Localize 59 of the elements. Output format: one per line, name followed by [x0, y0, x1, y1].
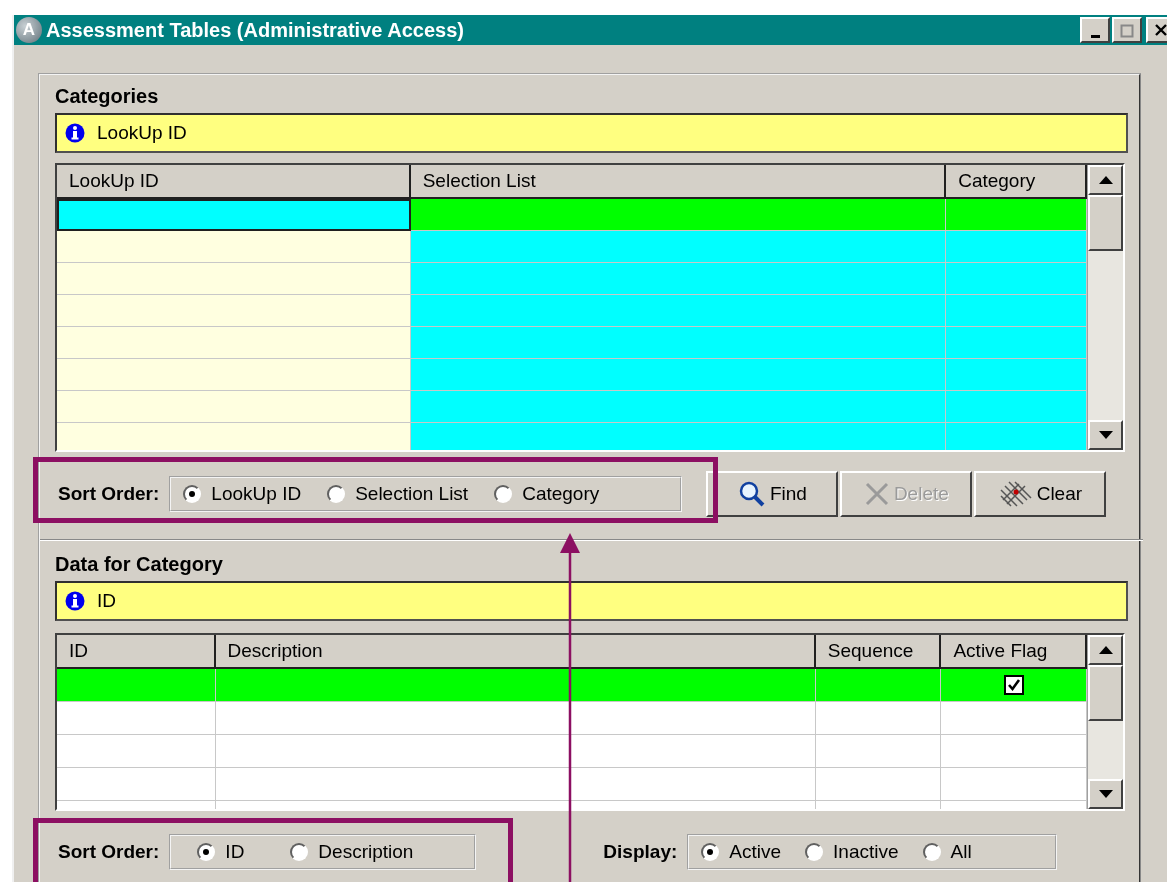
radio-option[interactable]: All: [922, 841, 972, 863]
radio-option[interactable]: Selection List: [327, 483, 469, 505]
maximize-icon: [1120, 24, 1134, 38]
column-header[interactable]: Sequence: [815, 635, 942, 669]
checkbox[interactable]: [1003, 675, 1024, 695]
window-title: Assessment Tables (Administrative Access): [46, 18, 464, 42]
radio-button[interactable]: [701, 843, 720, 861]
radio-option[interactable]: Description: [290, 841, 414, 863]
down-arrow-icon: [1098, 431, 1113, 439]
close-button[interactable]: [1146, 17, 1167, 43]
radio-button[interactable]: [327, 485, 346, 503]
scroll-down-button[interactable]: [1088, 779, 1123, 809]
search-icon: [737, 480, 766, 508]
column-header[interactable]: LookUp ID: [57, 165, 411, 199]
info-icon: [65, 123, 85, 143]
find-button[interactable]: Find: [706, 471, 839, 517]
column-header[interactable]: Category: [946, 165, 1088, 199]
section-title: Data for Category: [55, 552, 224, 577]
display-label: Display:: [603, 841, 678, 863]
radio-option[interactable]: Inactive: [805, 841, 899, 863]
app-icon: A: [16, 17, 42, 43]
down-arrow-icon: [1098, 790, 1113, 798]
scroll-up-button[interactable]: [1088, 165, 1123, 195]
table-row[interactable]: [57, 199, 1088, 231]
close-icon: [1154, 23, 1167, 37]
scroll-thumb[interactable]: [1088, 665, 1123, 721]
scroll-up-button[interactable]: [1088, 635, 1123, 665]
clear-button[interactable]: Clear: [974, 471, 1107, 517]
scrollbar[interactable]: [1087, 165, 1123, 450]
radio-option[interactable]: ID: [197, 841, 245, 863]
info-text: LookUp ID: [97, 122, 187, 144]
scroll-down-button[interactable]: [1088, 420, 1123, 450]
column-header[interactable]: Selection List: [410, 165, 947, 199]
section-title: Categories: [55, 84, 160, 109]
radio-option[interactable]: Category: [494, 483, 600, 505]
info-text: ID: [97, 590, 116, 612]
column-header[interactable]: Active Flag: [941, 635, 1088, 669]
minimize-button[interactable]: [1080, 17, 1110, 43]
radio-option[interactable]: Active: [701, 841, 782, 863]
radio-button[interactable]: [922, 843, 941, 861]
radio-option[interactable]: LookUp ID: [183, 483, 302, 505]
info-icon: [65, 591, 85, 611]
hatched-eraser-icon: [998, 480, 1033, 508]
column-header[interactable]: ID: [57, 635, 216, 669]
scrollbar[interactable]: [1087, 635, 1123, 809]
sort-order-label: Sort Order:: [58, 841, 160, 863]
radio-button[interactable]: [805, 843, 824, 861]
radio-button[interactable]: [290, 843, 309, 861]
scroll-thumb[interactable]: [1088, 195, 1123, 251]
column-header[interactable]: Description: [215, 635, 816, 669]
up-arrow-icon: [1098, 176, 1113, 184]
x-icon: [863, 481, 890, 507]
up-arrow-icon: [1098, 646, 1113, 654]
maximize-button[interactable]: [1112, 17, 1142, 43]
minimize-icon: [1090, 35, 1100, 38]
radio-button[interactable]: [183, 485, 202, 503]
radio-button[interactable]: [197, 843, 216, 861]
radio-button[interactable]: [494, 485, 513, 503]
sort-order-label: Sort Order:: [58, 483, 160, 505]
